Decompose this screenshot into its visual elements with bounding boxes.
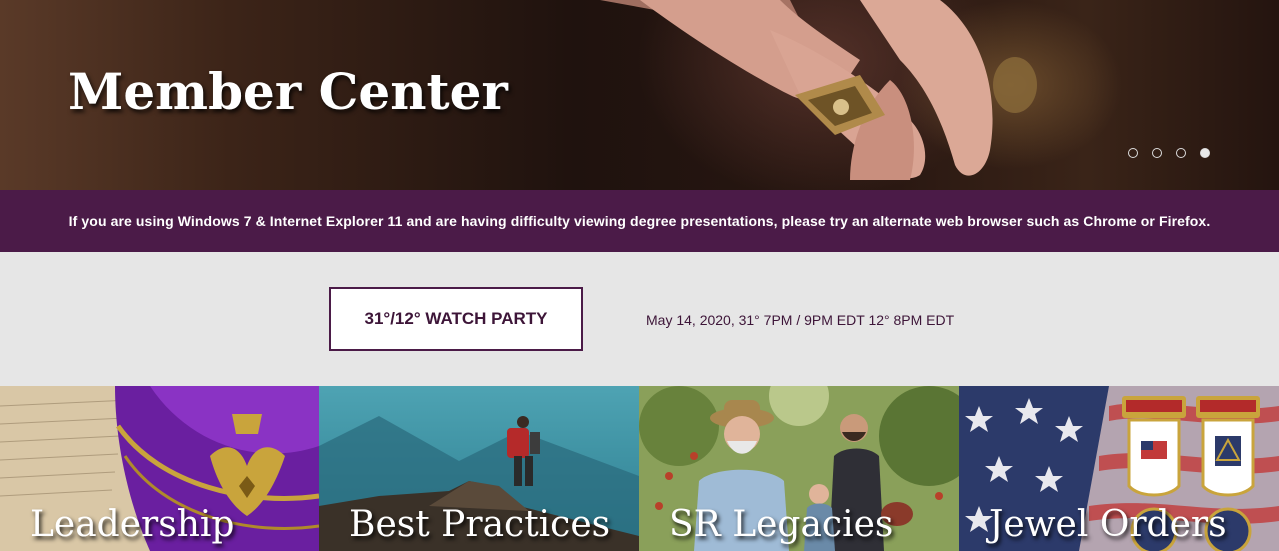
tile-leadership[interactable]: Leadership bbox=[0, 386, 319, 551]
tile-sr-legacies-label: SR Legacies bbox=[669, 504, 894, 545]
slide-dot-1[interactable] bbox=[1128, 148, 1138, 158]
tile-jewel-orders-label: Jewel Orders bbox=[989, 504, 1227, 545]
slider-pagination bbox=[1128, 148, 1210, 158]
browser-notice-bar: If you are using Windows 7 & Internet Ex… bbox=[0, 190, 1279, 252]
tile-leadership-label: Leadership bbox=[30, 504, 235, 545]
slide-dot-4[interactable] bbox=[1200, 148, 1210, 158]
slide-dot-3[interactable] bbox=[1176, 148, 1186, 158]
feature-tiles: Leadership Best Practices SR Legacies Je… bbox=[0, 386, 1279, 551]
tile-jewel-orders[interactable]: Jewel Orders bbox=[959, 386, 1279, 551]
hand-ring-image bbox=[600, 0, 1037, 180]
hero-banner: Member Center bbox=[0, 0, 1279, 190]
tile-best-practices-label: Best Practices bbox=[349, 504, 611, 545]
browser-notice-text: If you are using Windows 7 & Internet Ex… bbox=[68, 213, 1211, 229]
tile-best-practices[interactable]: Best Practices bbox=[319, 386, 639, 551]
slide-dot-2[interactable] bbox=[1152, 148, 1162, 158]
watch-party-button[interactable]: 31°/12° WATCH PARTY bbox=[329, 287, 583, 351]
watch-party-date: May 14, 2020, 31° 7PM / 9PM EDT 12° 8PM … bbox=[646, 312, 955, 328]
page-title: Member Center bbox=[68, 62, 508, 121]
tile-sr-legacies[interactable]: SR Legacies bbox=[639, 386, 959, 551]
